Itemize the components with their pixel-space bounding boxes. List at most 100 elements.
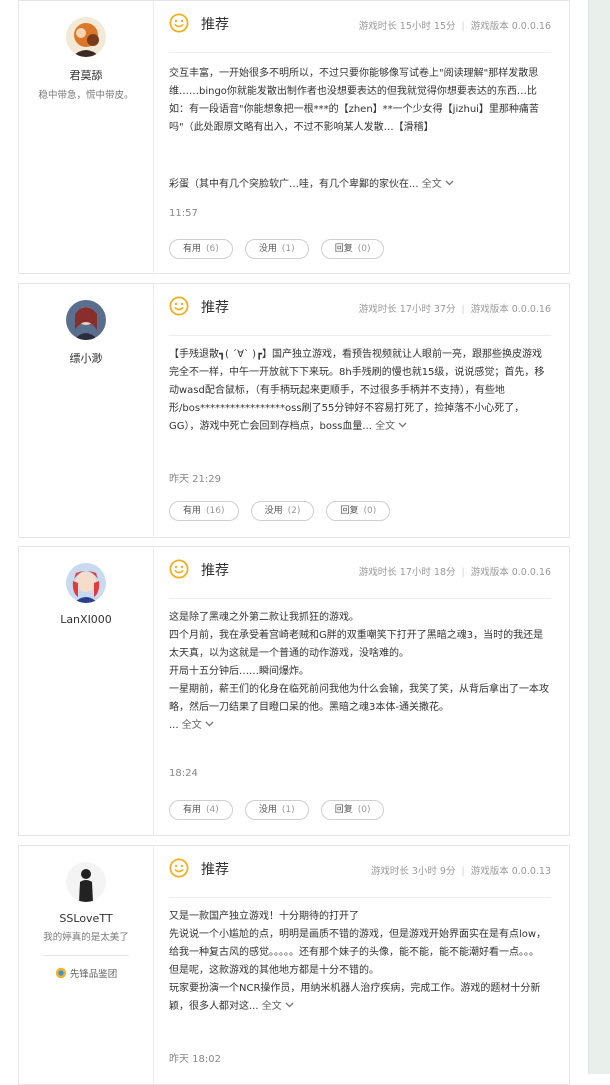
smile-icon [169, 13, 189, 33]
game-version: 游戏版本 0.0.0.16 [470, 21, 551, 32]
chevron-down-icon [445, 180, 454, 186]
playtime: 游戏时长 17小时 18分 [358, 567, 456, 578]
reply-label: 回复 [340, 506, 359, 516]
review-card: 君莫舔 稳中带急，慌中带皮。 推荐 游戏时长 15小时 15分 | 游戏版本 0.0… [18, 0, 570, 274]
chevron-down-icon [205, 721, 214, 727]
recommend-row: 推荐 游戏时长 17小时 37分 | 游戏版本 0.0.0.16 [169, 284, 551, 320]
recommend-label: 推荐 [201, 862, 229, 878]
vote-buttons: 有用 (4) 没用 (1) 回复 (0) [169, 797, 391, 820]
user-badge[interactable]: 先锋品鉴团 [19, 966, 153, 980]
expand-full-text-link[interactable]: 全文 [375, 421, 407, 432]
expand-full-text-link[interactable]: 全文 [422, 179, 454, 190]
useless-count: (1) [281, 805, 295, 815]
user-name[interactable]: LanXI000 [19, 613, 153, 626]
useless-label: 没用 [258, 244, 277, 254]
useful-button[interactable]: 有用 (4) [169, 800, 233, 820]
user-column: SSLoveTT 我的婷真的是太美了 先锋品鉴团 [19, 846, 154, 1084]
useful-button[interactable]: 有用 (6) [169, 239, 233, 259]
expand-full-text-link[interactable]: 全文 [182, 720, 214, 731]
review-paragraph: 玩家要扮演一个NCR操作员，用纳米机器人治疗疾病，完成工作。游戏的题材十分新颖，… [169, 983, 541, 1012]
review-meta: 游戏时长 17小时 37分 | 游戏版本 0.0.0.16 [359, 301, 551, 315]
expand-label: 全文 [421, 179, 442, 190]
review-meta: 游戏时长 3小时 9分 | 游戏版本 0.0.0.13 [371, 863, 551, 877]
review-text: 又是一款国产独立游戏！十分期待的打开了 先说说一个小尴尬的点，明明是画质不错的游… [169, 908, 551, 1016]
user-column: 缥小渺 [19, 284, 154, 537]
user-name[interactable]: 缥小渺 [19, 350, 153, 366]
meta-separator: | [461, 304, 465, 315]
review-time: 昨天 18:02 [169, 1054, 221, 1065]
reply-button[interactable]: 回复 (0) [320, 239, 385, 259]
review-paragraph: 先说说一个小尴尬的点，明明是画质不错的游戏，但是游戏开始界面实在是有点low，给… [169, 929, 547, 958]
expand-full-text-link[interactable]: 全文 [262, 1001, 294, 1012]
useful-label: 有用 [183, 244, 202, 254]
avatar[interactable] [66, 300, 106, 340]
reply-label: 回复 [334, 244, 353, 254]
playtime: 游戏时长 15小时 15分 [358, 21, 456, 32]
reply-count: (0) [363, 506, 377, 516]
useless-count: (2) [287, 506, 301, 516]
review-time: 11:57 [169, 208, 198, 219]
recommend-label: 推荐 [201, 563, 229, 579]
user-name[interactable]: 君莫舔 [19, 67, 153, 83]
useless-count: (1) [281, 244, 295, 254]
divider [169, 897, 551, 898]
expand-label: 全文 [181, 720, 202, 731]
reply-count: (0) [357, 805, 371, 815]
review-paragraph: 【手残退散┓( ´∀` )┏】国产独立游戏，看预告视频就让人眼前一亮，跟那些换皮… [169, 349, 545, 432]
playtime: 游戏时长 3小时 9分 [370, 866, 456, 877]
divider [169, 598, 551, 599]
badge-icon [55, 967, 66, 979]
chevron-down-icon [398, 422, 407, 428]
review-meta: 游戏时长 17小时 18分 | 游戏版本 0.0.0.16 [359, 564, 551, 578]
game-version: 游戏版本 0.0.0.13 [470, 866, 551, 877]
vote-buttons: 有用 (6) 没用 (1) 回复 (0) [169, 236, 391, 259]
useless-button[interactable]: 没用 (1) [244, 239, 309, 259]
smile-icon [169, 559, 189, 579]
expand-label: 全文 [261, 1001, 282, 1012]
recommend-row: 推荐 游戏时长 3小时 9分 | 游戏版本 0.0.0.13 [169, 846, 551, 882]
recommend-row: 推荐 游戏时长 15小时 15分 | 游戏版本 0.0.0.16 [169, 1, 551, 37]
review-card: LanXI000 推荐 游戏时长 17小时 18分 | 游戏版本 0.0.0.16 … [18, 546, 570, 836]
review-time: 昨天 21:29 [169, 474, 221, 485]
avatar[interactable] [66, 563, 106, 603]
expand-label: 全文 [375, 421, 396, 432]
useless-label: 没用 [258, 805, 277, 815]
review-paragraph: 一星期前，薪王们的化身在临死前问我他为什么会输，我笑了笑，从背后拿出了一本攻略，… [169, 684, 549, 713]
divider [169, 52, 551, 53]
review-trailing-text: 彩蛋（其中有几个突脸软广…哇，有几个卑鄙的家伙在... [169, 179, 419, 190]
review-paragraph: 四个月前，我在承受着宫崎老贼和G胖的双重嘲笑下打开了黑暗之魂3，当时的我还是太天… [169, 630, 544, 659]
user-column: LanXI000 [19, 547, 154, 835]
badge-label: 先锋品鉴团 [69, 969, 118, 980]
recommend-row: 推荐 游戏时长 17小时 18分 | 游戏版本 0.0.0.16 [169, 547, 551, 583]
useless-button[interactable]: 没用 (1) [244, 800, 309, 820]
useless-label: 没用 [264, 506, 283, 516]
game-version: 游戏版本 0.0.0.16 [470, 567, 551, 578]
user-signature: 稳中带急，慌中带皮。 [38, 90, 134, 101]
useful-count: (4) [206, 805, 219, 815]
smile-icon [169, 296, 189, 316]
review-paragraph: 又是一款国产独立游戏！十分期待的打开了 [169, 911, 359, 922]
recommend-label: 推荐 [201, 300, 229, 316]
avatar[interactable] [66, 862, 106, 902]
reply-button[interactable]: 回复 (0) [326, 501, 391, 521]
game-version: 游戏版本 0.0.0.16 [470, 304, 551, 315]
review-content: 推荐 游戏时长 17小时 18分 | 游戏版本 0.0.0.16 这是除了黑魂之外第… [169, 547, 551, 835]
playtime: 游戏时长 17小时 37分 [358, 304, 456, 315]
review-text-trailing: 彩蛋（其中有几个突脸软广…哇，有几个卑鄙的家伙在... 全文 [169, 176, 551, 194]
reply-label: 回复 [334, 805, 353, 815]
divider [169, 335, 551, 336]
avatar[interactable] [66, 17, 106, 57]
useless-button[interactable]: 没用 (2) [250, 501, 315, 521]
reply-button[interactable]: 回复 (0) [320, 800, 385, 820]
user-name[interactable]: SSLoveTT [19, 912, 153, 925]
user-divider [43, 955, 129, 956]
useful-label: 有用 [183, 805, 202, 815]
user-column: 君莫舔 稳中带急，慌中带皮。 [19, 1, 154, 273]
useful-count: (16) [206, 506, 225, 516]
reply-count: (0) [357, 244, 371, 254]
review-content: 推荐 游戏时长 15小时 15分 | 游戏版本 0.0.0.16 交互丰富，一开始很… [169, 1, 551, 273]
useful-button[interactable]: 有用 (16) [169, 501, 239, 521]
useful-label: 有用 [183, 506, 202, 516]
user-signature: 我的婷真的是太美了 [43, 932, 129, 943]
review-paragraph: 开局十五分钟后……瞬间爆炸。 [169, 666, 309, 677]
